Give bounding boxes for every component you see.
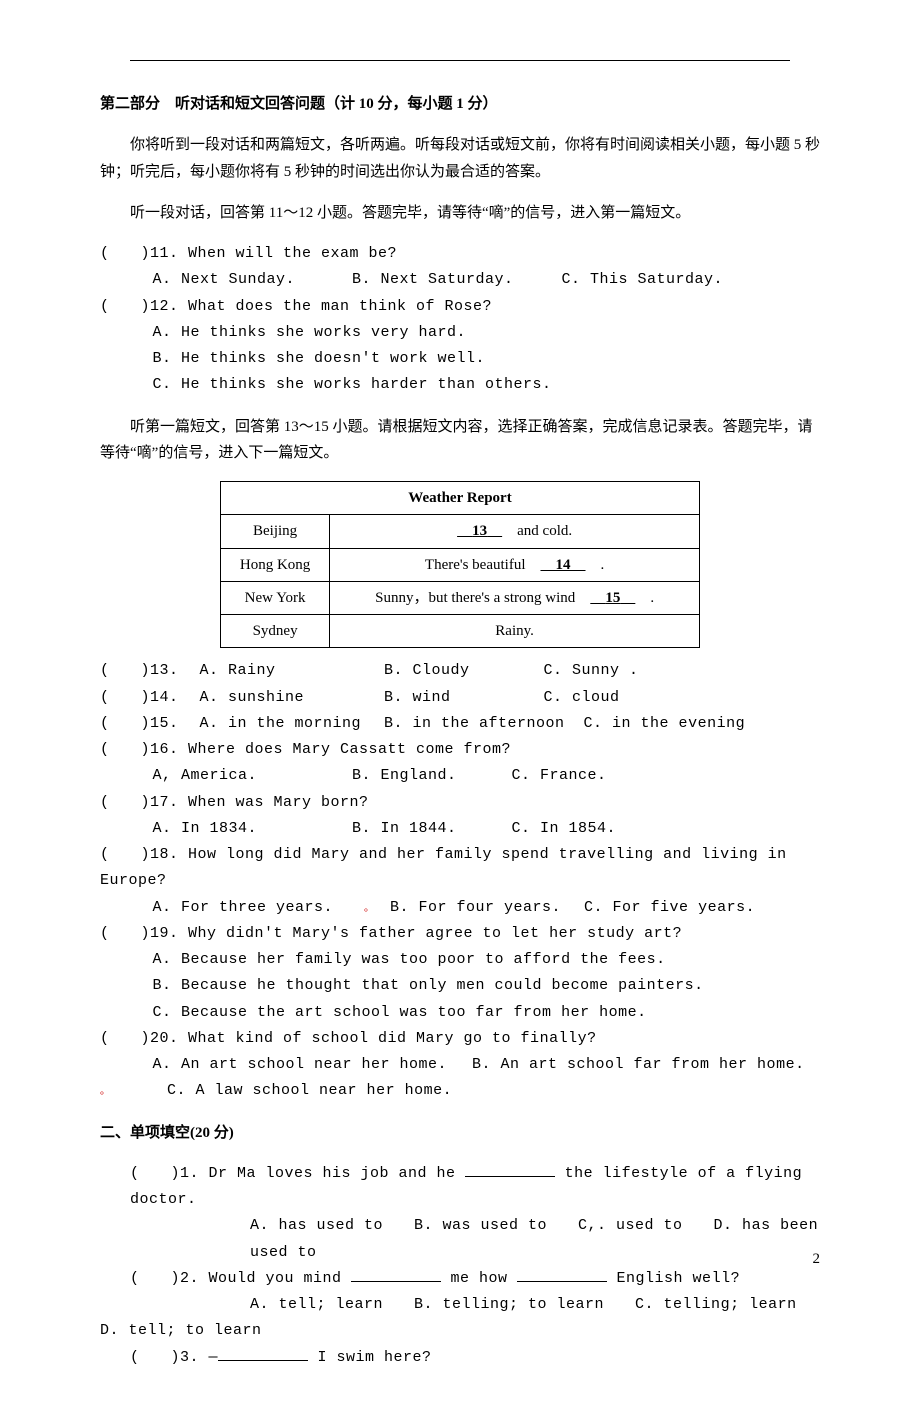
q18-opts: A. For three years. 。 B. For four years.… (100, 895, 820, 921)
top-rule (130, 60, 790, 61)
wr-r1c2: 13 and cold. (330, 515, 700, 548)
wr-r1c1: Beijing (221, 515, 330, 548)
blank-input (218, 1345, 308, 1361)
wr-r2c2: There's beautiful 14 . (330, 548, 700, 581)
q13: ( )13. A. Rainy B. Cloudy C. Sunny . (100, 658, 820, 684)
fill-title: 二、单项填空(20 分) (100, 1120, 820, 1146)
q11-c: C. This Saturday. (562, 271, 724, 288)
section2-intro2: 听一段对话，回答第 11～12 小题。答题完毕，请等待“嘀”的信号，进入第一篇短… (100, 200, 820, 226)
wr-r3c2: Sunny，but there's a strong wind 15 . (330, 581, 700, 614)
blank-input (351, 1266, 441, 1282)
wr-blank-14: 14 (540, 557, 585, 573)
wr-blank-13: 13 (457, 523, 502, 539)
blank-input (517, 1266, 607, 1282)
q17-opts: A. In 1834. B. In 1844. C. In 1854. (100, 816, 820, 842)
wr-r4c2: Rainy. (330, 615, 700, 648)
fill-q2-stem: ( )2. Would you mind me how English well… (100, 1266, 820, 1292)
wr-blank-15: 15 (590, 590, 635, 606)
q19-c: C. Because the art school was too far fr… (100, 1000, 820, 1026)
wr-r4c1: Sydney (221, 615, 330, 648)
stray-dot-icon-2: 。 (100, 1087, 111, 1098)
stray-dot-icon: 。 (364, 904, 375, 915)
q11-b: B. Next Saturday. (352, 267, 552, 293)
section2-title: 第二部分 听对话和短文回答问题（计 10 分，每小题 1 分） (100, 91, 820, 117)
wr-r3c1: New York (221, 581, 330, 614)
blank-input (465, 1161, 555, 1177)
q16-stem: ( )16. Where does Mary Cassatt come from… (100, 737, 820, 763)
fill-q1-opts: A. has used to B. was used to C,. used t… (100, 1213, 820, 1266)
q11-opts: A. Next Sunday. B. Next Saturday. C. Thi… (100, 267, 820, 293)
q20-c: 。 C. A law school near her home. (100, 1078, 820, 1104)
weather-report-table: Weather Report Beijing 13 and cold. Hong… (220, 481, 700, 648)
q12-stem: ( )12. What does the man think of Rose? (100, 294, 820, 320)
q19-b: B. Because he thought that only men coul… (100, 973, 820, 999)
q12-a: A. He thinks she works very hard. (100, 320, 820, 346)
fill-q2-opts: A. tell; learn B. telling; to learn C. t… (100, 1292, 820, 1345)
q12-c: C. He thinks she works harder than other… (100, 372, 820, 398)
q19-a: A. Because her family was too poor to af… (100, 947, 820, 973)
q11-a: A. Next Sunday. (153, 267, 343, 293)
q20-ab: A. An art school near her home. B. An ar… (100, 1052, 820, 1078)
q17-stem: ( )17. When was Mary born? (100, 790, 820, 816)
fill-q1-stem: ( )1. Dr Ma loves his job and he the lif… (100, 1161, 820, 1214)
q16-opts: A, America. B. England. C. France. (100, 763, 820, 789)
q19-stem: ( )19. Why didn't Mary's father agree to… (100, 921, 820, 947)
q15: ( )15. A. in the morning B. in the after… (100, 711, 820, 737)
q18-stem: ( )18. How long did Mary and her family … (100, 842, 820, 895)
wr-title: Weather Report (221, 482, 700, 515)
q14: ( )14. A. sunshine B. wind C. cloud (100, 685, 820, 711)
section2-intro3: 听第一篇短文，回答第 13～15 小题。请根据短文内容，选择正确答案，完成信息记… (100, 414, 820, 467)
fill-q3-stem: ( )3. — I swim here? (100, 1345, 820, 1371)
page-number: 2 (813, 1246, 821, 1272)
q12-b: B. He thinks she doesn't work well. (100, 346, 820, 372)
q11-stem: ( )11. When will the exam be? (100, 241, 820, 267)
wr-r2c1: Hong Kong (221, 548, 330, 581)
q20-stem: ( )20. What kind of school did Mary go t… (100, 1026, 820, 1052)
section2-intro1: 你将听到一段对话和两篇短文，各听两遍。听每段对话或短文前，你将有时间阅读相关小题… (100, 132, 820, 185)
